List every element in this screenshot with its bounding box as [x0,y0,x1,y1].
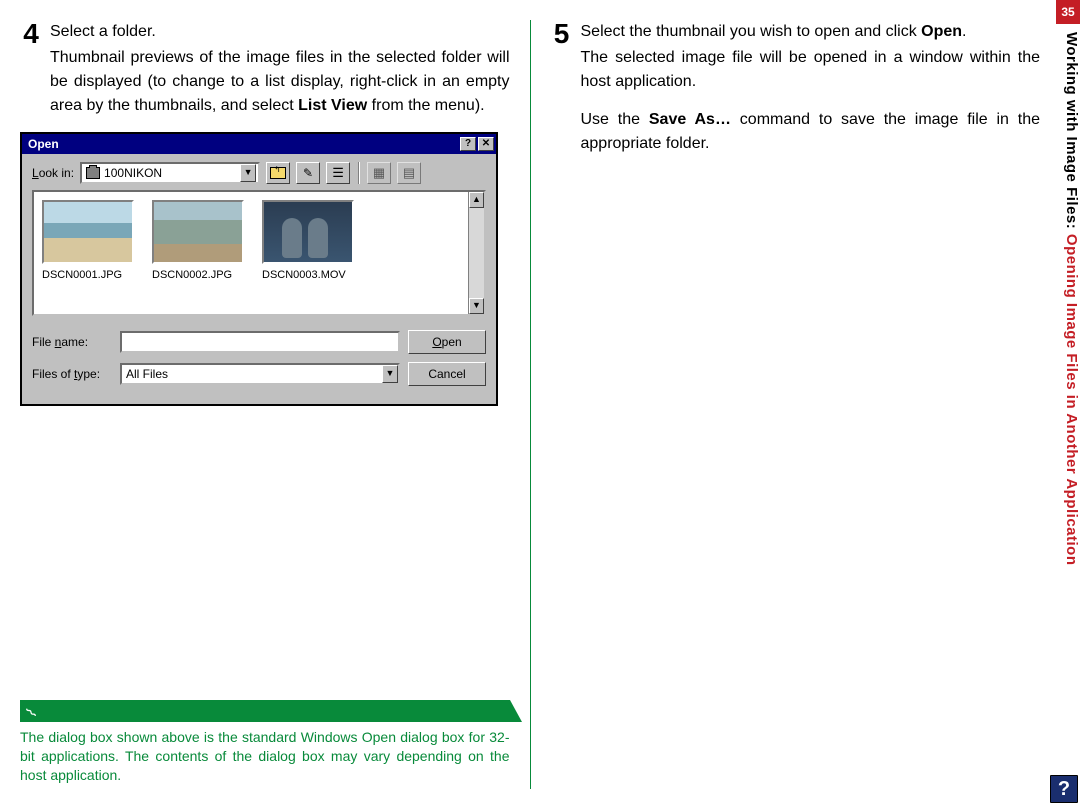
up-folder-icon: ↰ [270,167,286,179]
thumbnail-label: DSCN0003.MOV [262,267,358,284]
thumbnail-label: DSCN0001.JPG [42,267,138,284]
note-box: ⌇ The dialog box shown above is the stan… [20,700,510,785]
vertical-scrollbar[interactable]: ▲ ▼ [468,192,484,314]
new-folder-button[interactable]: ✎ [296,162,320,184]
step-5-l1b: . [962,23,966,40]
folder-icon [86,167,100,179]
cancel-button[interactable]: Cancel [408,362,486,386]
look-in-row: Look in: 100NIKON ▼ ↰ ✎ ☰ [22,154,496,190]
thumbnail-image [262,200,354,264]
thumbnail-area[interactable]: DSCN0001.JPG DSCN0002.JPG DSCN0003.MOV ▲… [32,190,486,316]
chevron-down-icon[interactable]: ▼ [382,365,398,383]
open-button[interactable]: Open [408,330,486,354]
step-4-body: Select a folder. Thumbnail previews of t… [50,20,510,118]
right-column: 5 Select the thumbnail you wish to open … [551,20,1041,789]
step-5-number: 5 [551,20,573,156]
step-5-p2a: Use the [581,111,649,128]
files-of-type-value: All Files [126,365,168,383]
file-name-label: File name: [32,333,112,351]
new-folder-icon: ✎ [303,164,313,182]
dialog-title: Open [28,135,458,153]
list-icon: ☰ [332,163,344,183]
note-header: ⌇ [20,700,510,722]
step-4-after: from the menu). [367,97,484,114]
thumbnail-image [152,200,244,264]
up-one-level-button[interactable]: ↰ [266,162,290,184]
open-dialog: Open ? ✕ Look in: 100NIKON ▼ ↰ ✎ [20,132,498,406]
toolbar-separator [358,162,359,184]
look-in-value: 100NIKON [104,164,236,182]
paperclip-icon: ⌇ [20,702,40,721]
step-4: 4 Select a folder. Thumbnail previews of… [20,20,510,118]
dialog-bottom: File name: Open Files of type: All Files… [22,316,496,404]
page-number-tab: 35 [1056,0,1080,24]
left-column: 4 Select a folder. Thumbnail previews of… [20,20,531,789]
scroll-down-button[interactable]: ▼ [469,298,484,314]
close-button[interactable]: ✕ [478,137,494,151]
scroll-track[interactable] [469,208,484,298]
help-button[interactable]: ? [460,137,476,151]
side-section-title: Working with Image Files: Opening Image … [1056,32,1080,566]
thumbnail-item[interactable]: DSCN0001.JPG [42,200,138,284]
thumbnail-image [42,200,134,264]
thumbnail-item[interactable]: DSCN0002.JPG [152,200,248,284]
step-4-firstline: Select a folder. [50,20,510,44]
thumbnail-view-button[interactable]: ▤ [397,162,421,184]
look-in-combo[interactable]: 100NIKON ▼ [80,162,260,184]
chevron-down-icon[interactable]: ▼ [240,164,256,182]
step-4-number: 4 [20,20,42,118]
side-title-part2: Opening Image Files in Another Applicati… [1063,229,1080,565]
list-view-button[interactable]: ☰ [326,162,350,184]
note-text: The dialog box shown above is the standa… [20,728,510,785]
side-title-part1: Working with Image Files: [1063,32,1080,229]
files-of-type-label: Files of type: [32,365,112,383]
thumbnail-item[interactable]: DSCN0003.MOV [262,200,358,284]
dialog-titlebar[interactable]: Open ? ✕ [22,134,496,154]
file-name-input[interactable] [120,331,400,353]
help-badge-icon[interactable]: ? [1050,775,1078,803]
details-view-button[interactable]: ▦ [367,162,391,184]
files-of-type-combo[interactable]: All Files ▼ [120,363,400,385]
step-5-body: Select the thumbnail you wish to open an… [581,20,1041,156]
thumbnail-label: DSCN0002.JPG [152,267,248,284]
step-5-l1a: Select the thumbnail you wish to open an… [581,23,922,40]
step-5-line2: The selected image file will be opened i… [581,46,1041,94]
scroll-up-button[interactable]: ▲ [469,192,484,208]
details-icon: ▦ [373,163,385,183]
step-5-p2bold: Save As… [649,111,731,128]
thumb-icon: ▤ [403,163,415,183]
step-5: 5 Select the thumbnail you wish to open … [551,20,1041,156]
look-in-label: Look in: [32,164,74,182]
step-5-l1bold: Open [921,23,962,40]
step-4-bold: List View [298,97,367,114]
